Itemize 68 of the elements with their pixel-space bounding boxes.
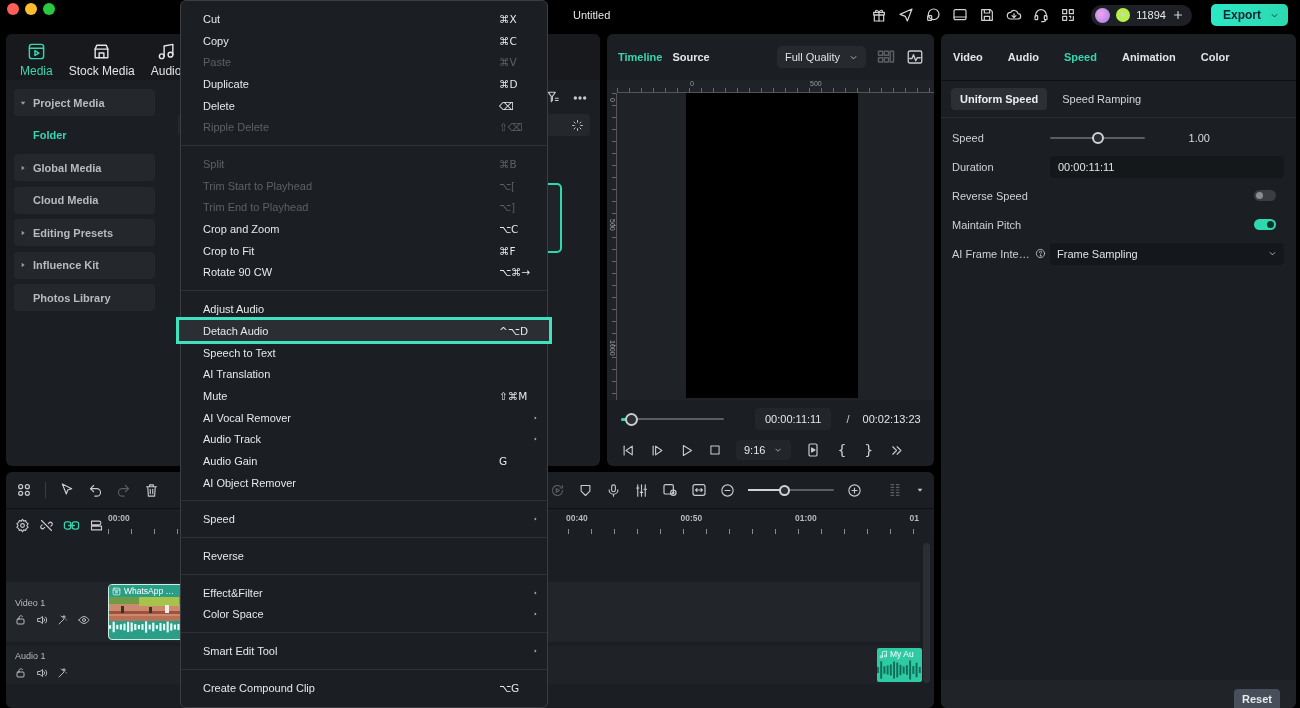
menu-item[interactable]: Audio Gain G (181, 450, 547, 472)
sidebar-item[interactable]: Cloud Media (14, 186, 155, 214)
total-time: 00:02:13:23 (862, 413, 921, 425)
menu-item[interactable]: AI Vocal Remover (181, 406, 547, 429)
menu-item[interactable]: Detach Audio ^⌥D (176, 317, 552, 345)
menu-item[interactable]: Delete ⌫ (181, 94, 547, 117)
clip-name: My Au (890, 649, 914, 659)
menu-item[interactable]: AI Object Remover (181, 471, 547, 494)
property-tab[interactable]: Video (953, 51, 983, 63)
menu-item[interactable]: Effect&Filter (181, 581, 547, 604)
time-label: 00:40 (566, 513, 588, 523)
menu-item[interactable]: Audio Track (181, 428, 547, 451)
menu-item[interactable]: Copy ⌘C (181, 29, 547, 52)
menu-item[interactable]: Reverse (181, 545, 547, 567)
time-label: 00:50 (680, 513, 703, 523)
dropdown[interactable]: Frame Sampling (1050, 242, 1284, 265)
mark-button[interactable]: } (862, 442, 876, 458)
aspect-dropdown[interactable]: 9:16 (736, 440, 792, 460)
credits-badge[interactable]: 11894 (1091, 4, 1192, 26)
property-tab[interactable]: Audio (1007, 51, 1039, 63)
time-separator: / (846, 413, 850, 425)
reset-button[interactable]: Reset (1234, 689, 1280, 708)
setting-label: Speed (952, 131, 984, 144)
setting-label: Duration (952, 160, 994, 173)
property-tab[interactable]: Animation (1121, 51, 1176, 63)
view-tab[interactable]: Source (672, 51, 710, 63)
menu-item[interactable]: Mute ⇧⌘M (181, 385, 547, 407)
sidebar-item[interactable]: Folder (14, 121, 67, 149)
setting-label: Reverse Speed (952, 189, 1028, 202)
credits-count: 11894 (1136, 9, 1166, 21)
media-tab[interactable]: Stock Media (66, 36, 137, 80)
menu-item[interactable]: Rotate 90 CW ⌥⌘→ (181, 261, 547, 284)
speed-mode-tab[interactable]: Uniform Speed (951, 88, 1048, 110)
menu-item[interactable]: Duplicate ⌘D (181, 73, 547, 95)
sidebar-item[interactable]: Editing Presets (14, 219, 155, 246)
property-tab[interactable]: Speed (1063, 51, 1097, 63)
setting-label: Maintain Pitch (952, 218, 1022, 231)
clip-name: WhatsApp … (124, 586, 175, 596)
time-label: 01 (909, 513, 919, 523)
menu-item[interactable]: AI Translation (181, 363, 547, 386)
menu-item[interactable]: Smart Edit Tool (181, 640, 547, 662)
window-title: Untitled (573, 9, 611, 21)
speed-value: 1.00 (1188, 131, 1210, 144)
export-button[interactable]: Export (1211, 4, 1288, 26)
quality-dropdown[interactable]: Full Quality (776, 46, 866, 68)
speed-mode-tab[interactable]: Speed Ramping (1053, 88, 1151, 110)
menu-item[interactable]: Adjust Audio (181, 298, 547, 320)
view-tab[interactable]: Timeline (618, 51, 663, 63)
menu-item[interactable]: Crop and Zoom ⌥C (181, 218, 547, 240)
time-label: 00:00 (108, 513, 130, 523)
menu-item[interactable]: Create Compound Clip ⌥G (181, 676, 547, 699)
property-tab[interactable]: Color (1200, 51, 1230, 63)
time-label: 01:00 (795, 513, 817, 523)
sidebar-item[interactable]: Project Media (14, 89, 155, 116)
sidebar-item[interactable]: Global Media (14, 154, 155, 181)
track-name: Audio 1 (15, 651, 47, 661)
media-tab[interactable]: Media (18, 36, 55, 80)
menu-item[interactable]: Cut ⌘X (181, 8, 547, 30)
sidebar-item[interactable]: Photos Library (14, 284, 155, 311)
mark-button[interactable]: { (835, 442, 849, 458)
duration-field[interactable]: 00:00:11:11 (1050, 155, 1284, 178)
current-time: 00:00:11:11 (755, 408, 832, 430)
menu-item[interactable]: Speed (181, 508, 547, 531)
sidebar-item[interactable]: Influence Kit (14, 251, 155, 279)
track-name: Video 1 (15, 598, 47, 608)
menu-item[interactable]: Crop to Fit ⌘F (181, 239, 547, 262)
menu-item[interactable]: Color Space (181, 603, 547, 626)
setting-label: AI Frame Inte… (952, 247, 1030, 260)
